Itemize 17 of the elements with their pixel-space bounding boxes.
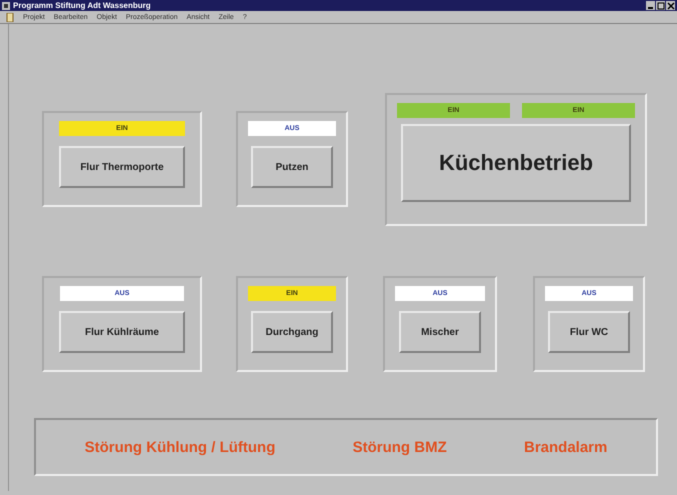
document-icon [6,12,14,22]
minimize-button[interactable] [646,1,655,10]
control-button[interactable]: Küchenbetrieb [401,124,631,202]
control-button[interactable]: Flur Kühlräume [59,311,185,353]
control-button[interactable]: Mischer [399,311,481,353]
maximize-button[interactable] [656,1,665,10]
maximize-icon [656,2,664,10]
control-button[interactable]: Flur Thermoporte [59,146,185,188]
alarm-label: Brandalarm [524,438,608,456]
close-icon [666,2,674,10]
control-button[interactable]: Flur WC [548,311,630,353]
alarm-label: Störung Kühlung / Lüftung [84,438,276,456]
control-button[interactable]: Putzen [251,146,333,188]
control-button[interactable]: Durchgang [251,311,333,353]
alarm-label: Störung BMZ [352,438,447,456]
close-button[interactable] [666,1,675,10]
window-title: Programm Stiftung Adt Wassenburg [13,1,151,10]
